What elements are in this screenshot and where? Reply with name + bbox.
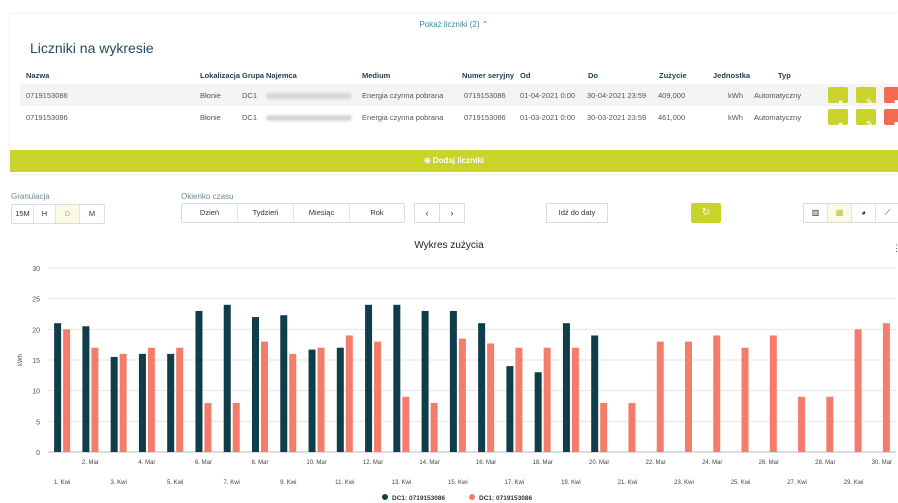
bar xyxy=(54,323,62,452)
bar xyxy=(506,366,514,452)
x-tick-label: 1. Kwi xyxy=(54,480,70,486)
legend-marker xyxy=(469,494,475,500)
bar xyxy=(167,353,175,452)
x-tick-label: 4. Mar xyxy=(138,460,155,466)
bar xyxy=(798,396,806,452)
bar xyxy=(402,396,410,452)
bar xyxy=(336,347,344,452)
x-tick-label: 27. Kwi xyxy=(787,480,807,486)
bar xyxy=(430,402,438,452)
x-tick-label: 24. Mar xyxy=(702,460,722,466)
bar xyxy=(345,335,353,452)
bar xyxy=(252,317,259,452)
bar xyxy=(421,310,429,452)
x-tick-label: 6. Mar xyxy=(195,460,212,466)
bar xyxy=(628,402,636,452)
x-tick-label: 21. Kwi xyxy=(618,480,638,486)
x-tick-label: 28. Mar xyxy=(815,460,835,466)
y-tick-label: 25 xyxy=(32,297,40,304)
x-tick-label: 3. Kwi xyxy=(110,480,126,486)
x-tick-label: 26. Mar xyxy=(759,460,779,466)
x-tick-label: 25. Kwi xyxy=(731,480,751,486)
bar xyxy=(769,335,777,452)
bar xyxy=(854,329,862,452)
bar xyxy=(487,343,495,452)
y-tick-label: 20 xyxy=(32,327,40,334)
bar xyxy=(685,341,692,452)
y-tick-label: 15 xyxy=(32,358,40,365)
bar xyxy=(543,347,551,452)
bar xyxy=(656,341,664,452)
x-tick-label: 19. Kwi xyxy=(561,480,581,486)
x-tick-label: 8. Mar xyxy=(251,460,268,466)
x-tick-label: 18. Mar xyxy=(532,460,552,466)
x-tick-label: 15. Kwi xyxy=(448,480,468,486)
legend-marker xyxy=(382,494,388,500)
bar xyxy=(374,341,382,452)
bar xyxy=(280,315,288,452)
bar xyxy=(317,347,325,452)
x-tick-label: 29. Kwi xyxy=(844,480,864,486)
bar xyxy=(261,341,268,452)
bar xyxy=(176,347,184,452)
bar xyxy=(515,347,523,452)
bar xyxy=(232,402,240,452)
bar xyxy=(600,402,608,452)
x-tick-label: 22. Mar xyxy=(646,460,666,466)
bar xyxy=(204,402,212,452)
x-tick-label: 30. Mar xyxy=(872,460,892,466)
bar xyxy=(147,347,155,452)
x-tick-label: 11. Kwi xyxy=(335,480,354,486)
bar xyxy=(110,356,118,452)
usage-chart: 0 5 10 15 20 25 30 kWh 1. Kwi 3. Kwi 5. Kwi 7. Kwi 9… xyxy=(18,266,896,502)
bar xyxy=(195,310,203,452)
x-tick-label: 5. Kwi xyxy=(167,480,183,486)
y-tick-label: 0 xyxy=(36,450,40,457)
x-tick-label: 13. Kwi xyxy=(391,480,411,486)
x-tick-label: 10. Mar xyxy=(306,460,326,466)
bar xyxy=(289,353,297,452)
bar xyxy=(119,353,127,452)
x-tick-label: 16. Mar xyxy=(476,460,496,466)
bar xyxy=(826,396,834,452)
bar xyxy=(91,347,99,452)
legend-label: DC1: 0719153086 xyxy=(479,495,533,502)
bar xyxy=(591,335,599,452)
x-tick-label: 14. Mar xyxy=(419,460,439,466)
bar xyxy=(82,326,90,452)
x-tick-label: 2. Mar xyxy=(82,460,99,466)
bar xyxy=(562,323,570,452)
bar xyxy=(571,347,579,452)
bar xyxy=(449,310,457,452)
y-tick-label: 30 xyxy=(32,266,40,273)
bar xyxy=(713,335,721,452)
x-tick-label: 9. Kwi xyxy=(280,480,296,486)
bar xyxy=(458,338,466,452)
bar xyxy=(138,353,146,452)
y-tick-label: 10 xyxy=(32,389,40,396)
bar xyxy=(741,347,749,452)
x-tick-label: 20. Mar xyxy=(589,460,609,466)
legend-label: DC1: 0719153086 xyxy=(392,495,446,502)
x-tick-label: 7. Kwi xyxy=(224,480,240,486)
bar xyxy=(478,323,486,452)
bar xyxy=(393,304,401,452)
x-tick-label: 23. Kwi xyxy=(674,480,694,486)
bar xyxy=(882,323,890,452)
bar xyxy=(534,372,542,452)
bar xyxy=(308,349,316,452)
x-tick-label: 17. Kwi xyxy=(505,480,525,486)
bar xyxy=(365,304,373,452)
bar xyxy=(63,329,71,452)
y-axis-label: kWh xyxy=(18,354,24,366)
x-tick-label: 12. Mar xyxy=(363,460,383,466)
y-tick-label: 5 xyxy=(36,419,40,426)
bar xyxy=(223,304,231,452)
